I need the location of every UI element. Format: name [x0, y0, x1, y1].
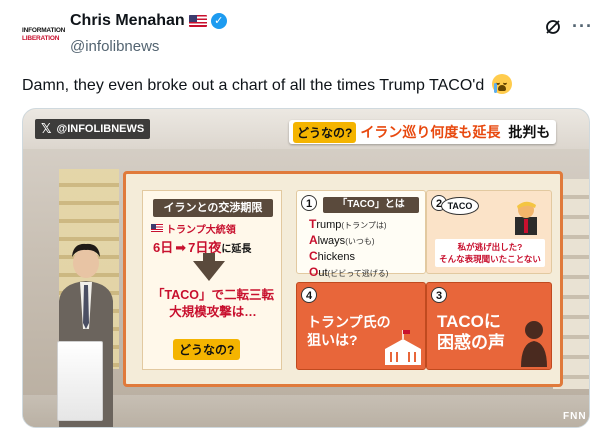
- acronym-line: Trump(トランプは): [309, 217, 387, 231]
- attack-line1: 「TACO」で二転三転: [152, 288, 274, 302]
- verified-badge-icon[interactable]: ✓: [210, 13, 227, 29]
- avatar[interactable]: INFORMATION LIBERATION: [22, 27, 66, 45]
- card-trump-aim: 4 トランプ氏の 狙いは?: [296, 282, 426, 370]
- video-media[interactable]: 𝕏 @INFOLIBNEWS どうなの? イラン巡り何度も延長 批判も イランと…: [22, 108, 590, 428]
- trump-illustration-icon: [515, 201, 537, 235]
- arrow-down-icon: [193, 261, 225, 281]
- card-taco-confusion: 3 TACOに 困惑の声: [426, 282, 552, 370]
- white-house-icon: [385, 330, 421, 365]
- quote-line1: 私が逃げ出した?: [457, 242, 523, 252]
- person-silhouette-icon: [521, 321, 547, 367]
- logo-line2: LIBERATION: [22, 35, 60, 42]
- post-text: Damn, they even broke out a chart of all…: [22, 77, 485, 94]
- logo-line1: INFORMATION: [22, 27, 66, 34]
- card-text-line2: 狙いは?: [307, 332, 358, 348]
- x-logo-icon: 𝕏: [41, 121, 52, 136]
- card-text-line2: 困惑の声: [437, 333, 505, 352]
- card-taco-meaning: 1 「TACO」とは Trump(トランプは) Always(いつも) Chic…: [296, 190, 426, 279]
- card-text-line1: トランプ氏の: [307, 314, 391, 330]
- president-label: トランプ大統領: [166, 224, 236, 236]
- deadline-tag: どうなの?: [173, 339, 241, 360]
- us-flag-icon: [188, 15, 207, 27]
- attack-line2: 大規模攻撃は…: [169, 305, 257, 319]
- card-text: TACOに 困惑の声: [437, 311, 505, 353]
- deadline-title: イランとの交渉期限: [153, 199, 273, 217]
- card-trump-reaction: 2 TACO 私が逃げ出した? そんな表現聞いたことない: [426, 190, 552, 274]
- card-title: 「TACO」とは: [323, 197, 419, 213]
- quote-line2: そんな表現聞いたことない: [439, 254, 541, 264]
- card-number: 3: [431, 287, 447, 303]
- network-logo: FNN: [563, 411, 587, 422]
- author-handle[interactable]: @infolibnews: [70, 38, 159, 55]
- trump-quote: 私が逃げ出した? そんな表現聞いたことない: [435, 239, 545, 267]
- video-watermark: 𝕏 @INFOLIBNEWS: [35, 119, 151, 139]
- us-flag-icon: [151, 224, 163, 232]
- author-name[interactable]: Chris Menahan: [70, 12, 185, 30]
- grok-icon[interactable]: [544, 18, 562, 36]
- acronym-list: Trump(トランプは) Always(いつも) Chickens Out(ビビ…: [309, 217, 388, 281]
- card-number: 4: [301, 287, 317, 303]
- broadcast-headline: どうなの? イラン巡り何度も延長 批判も: [289, 120, 557, 144]
- more-options-icon[interactable]: ···: [572, 16, 593, 37]
- post-text-row: Damn, they even broke out a chart of all…: [22, 74, 582, 95]
- speech-bubble: TACO: [441, 197, 479, 215]
- attack-text: 「TACO」で二転三転 大規模攻撃は…: [151, 287, 275, 321]
- watermark-handle: @INFOLIBNEWS: [56, 123, 145, 135]
- acronym-line: Always(いつも): [309, 233, 375, 247]
- president-label-row: トランプ大統領: [151, 221, 236, 236]
- news-podium: [57, 341, 103, 421]
- card-text-line1: TACOに: [437, 312, 501, 331]
- acronym-line: Out(ビビって逃げる): [309, 265, 389, 279]
- explainer-board: イランとの交渉期限 トランプ大統領 6日 ➡ 7日夜に延長 「TACO」で二転三転 …: [123, 171, 563, 387]
- loudly-crying-face-emoji: [491, 74, 512, 94]
- headline-sub: 批判も: [508, 124, 551, 140]
- date-suffix: に延長: [221, 244, 252, 255]
- tweet-header: INFORMATION LIBERATION Chris Menahan ✓ @…: [0, 0, 600, 66]
- acronym-line: Chickens: [309, 249, 355, 263]
- date-from: 6日: [153, 240, 174, 255]
- card-number: 1: [301, 195, 317, 211]
- card-text: トランプ氏の 狙いは?: [307, 313, 391, 349]
- deadline-panel: イランとの交渉期限 トランプ大統領 6日 ➡ 7日夜に延長 「TACO」で二転三転 …: [142, 190, 282, 370]
- arrow-right-icon: ➡: [175, 240, 187, 255]
- headline-main: イラン巡り何度も延長: [360, 124, 501, 140]
- author-name-row: Chris Menahan ✓: [70, 12, 227, 30]
- headline-tag: どうなの?: [293, 121, 357, 143]
